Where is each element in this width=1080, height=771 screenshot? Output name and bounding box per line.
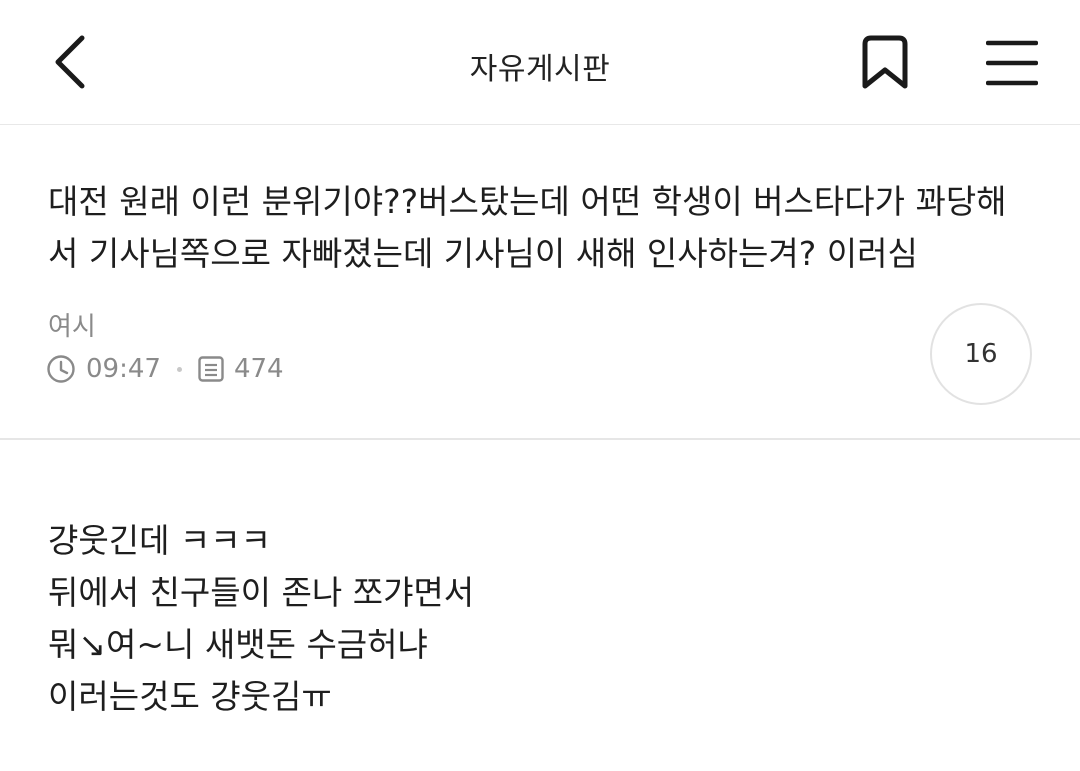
view-count: 474: [233, 354, 284, 384]
body-line: 걍웃긴데 ㅋㅋㅋ: [48, 521, 272, 560]
page-title: 자유게시판: [469, 52, 611, 87]
comment-count-button[interactable]: 16: [930, 303, 1032, 405]
post-body: 걍웃긴데 ㅋㅋㅋ 뒤에서 친구들이 존나 쪼갸면서 뭐↘여~니 새뱃돈 수금허냐…: [48, 515, 1028, 723]
bookmark-button[interactable]: [852, 30, 918, 96]
hamburger-menu-icon: [986, 40, 1038, 86]
clock-icon: [46, 354, 76, 384]
back-button[interactable]: [40, 30, 100, 94]
top-app-bar: 자유게시판: [0, 0, 1080, 125]
post-title: 대전 원래 이런 분위기야??버스탔는데 어떤 학생이 버스타다가 꽈당해서 기…: [48, 182, 1007, 273]
post-time: 09:47: [86, 354, 161, 384]
post-header: 대전 원래 이런 분위기야??버스탔는데 어떤 학생이 버스타다가 꽈당해서 기…: [0, 126, 1080, 440]
chevron-left-icon: [55, 35, 85, 89]
body-line: 뒤에서 친구들이 존나 쪼갸면서: [48, 573, 475, 612]
body-line: 이러는것도 걍웃김ㅠ: [48, 677, 332, 716]
author-name[interactable]: 여시: [48, 306, 96, 343]
bookmark-icon: [862, 35, 908, 89]
document-icon: [196, 354, 226, 384]
post-meta: 09:47 474: [46, 354, 284, 384]
body-line: 뭐↘여~니 새뱃돈 수금허냐: [48, 625, 428, 664]
meta-separator: [176, 366, 182, 372]
menu-button[interactable]: [978, 30, 1046, 96]
